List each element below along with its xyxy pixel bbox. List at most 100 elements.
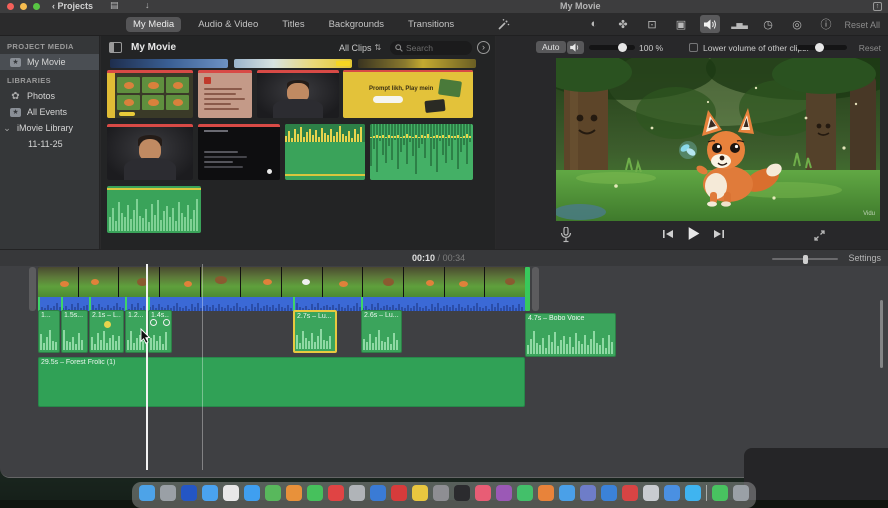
timeline-zoom-slider[interactable] xyxy=(772,258,838,260)
clip-trim-handle-right[interactable] xyxy=(532,267,539,311)
speed-icon[interactable]: ◷ xyxy=(758,15,778,33)
dock-app-icon[interactable] xyxy=(433,485,449,501)
dock-app-icon[interactable] xyxy=(622,485,638,501)
dock-app-icon[interactable] xyxy=(559,485,575,501)
minimize-window-button[interactable] xyxy=(20,3,27,10)
timeline-audio-clip[interactable]: 1... xyxy=(38,310,60,353)
sidebar-item-my-movie[interactable]: ★ My Movie xyxy=(0,54,99,70)
lower-volume-checkbox[interactable] xyxy=(689,43,698,52)
dock-app-icon[interactable] xyxy=(496,485,512,501)
dock-app-icon[interactable] xyxy=(307,485,323,501)
play-icon[interactable] xyxy=(686,226,701,241)
fade-handle[interactable] xyxy=(150,319,157,326)
dock-app-icon[interactable] xyxy=(265,485,281,501)
sidebar-item-event-date[interactable]: 11-11-25 xyxy=(0,136,99,152)
dock-app-icon[interactable] xyxy=(139,485,155,501)
timeline-settings-button[interactable]: Settings xyxy=(848,253,881,263)
voiceover-mic-icon[interactable] xyxy=(560,227,572,243)
sidebar-toggle-icon[interactable] xyxy=(109,42,122,53)
video-audio-waveform-bar[interactable] xyxy=(38,297,525,311)
video-clip-filmstrip[interactable] xyxy=(38,267,525,297)
media-thumb-notes-doc[interactable] xyxy=(198,70,252,118)
dock-app-icon[interactable] xyxy=(733,485,749,501)
preview-viewer[interactable]: Vidu xyxy=(556,58,880,221)
playhead[interactable] xyxy=(146,264,148,470)
color-balance-icon[interactable]: ◐ xyxy=(584,15,604,33)
dock-app-icon[interactable] xyxy=(223,485,239,501)
dock-app-icon[interactable] xyxy=(202,485,218,501)
continuous-playback-icon[interactable]: › xyxy=(477,41,490,54)
clip-end-handle[interactable] xyxy=(525,267,530,311)
search-input[interactable] xyxy=(406,43,464,53)
media-thumb-design[interactable]: Prompt likh, Play mein xyxy=(343,70,473,118)
dock-app-icon[interactable] xyxy=(538,485,554,501)
sidebar-item-photos[interactable]: ✿ Photos xyxy=(0,88,99,104)
dock-app-icon[interactable] xyxy=(475,485,491,501)
clip-strip[interactable] xyxy=(110,59,228,68)
clip-filter-icon[interactable]: ◎ xyxy=(787,15,807,33)
volume-slider[interactable] xyxy=(589,45,635,50)
previous-frame-icon[interactable] xyxy=(662,228,674,240)
dock-app-icon[interactable] xyxy=(580,485,596,501)
tab-backgrounds[interactable]: Backgrounds xyxy=(322,17,391,32)
tab-titles[interactable]: Titles xyxy=(275,17,311,32)
dock-app-icon[interactable] xyxy=(664,485,680,501)
fullscreen-icon[interactable] xyxy=(813,229,826,242)
color-correction-icon[interactable]: ✤ xyxy=(613,15,633,33)
chevron-down-icon[interactable]: ⌄ xyxy=(3,123,11,134)
media-thumb-talking-head[interactable] xyxy=(257,70,339,118)
dock-app-icon[interactable] xyxy=(517,485,533,501)
dock-app-icon[interactable] xyxy=(391,485,407,501)
macos-dock[interactable] xyxy=(132,482,756,508)
timeline-audio-clip[interactable]: 2.6s – Lu... xyxy=(361,310,402,353)
dock-app-icon[interactable] xyxy=(454,485,470,501)
sidebar-item-all-events[interactable]: ★ All Events xyxy=(0,104,99,120)
download-arrow-icon[interactable]: ↓ xyxy=(145,0,150,10)
timeline-audio-clip[interactable]: 1.5s... xyxy=(61,310,88,353)
enhance-wand-icon[interactable] xyxy=(496,18,510,32)
zoom-window-button[interactable] xyxy=(33,3,40,10)
dock-app-icon[interactable] xyxy=(370,485,386,501)
clip-strip[interactable] xyxy=(358,59,476,68)
media-thumb-terminal[interactable] xyxy=(198,124,280,180)
timeline-audio-clip[interactable]: 4.7s – Bobo Voice xyxy=(525,313,616,357)
volume-reset-button[interactable]: Reset xyxy=(859,43,881,53)
clip-trim-handle-left[interactable] xyxy=(29,267,36,311)
dock-app-icon[interactable] xyxy=(244,485,260,501)
dock-app-icon[interactable] xyxy=(412,485,428,501)
projects-back-button[interactable]: ‹ Projects xyxy=(52,1,93,11)
media-thumb-audio-green[interactable] xyxy=(107,186,201,233)
tab-transitions[interactable]: Transitions xyxy=(401,17,461,32)
sidebar-item-imovie-library[interactable]: ⌄ iMovie Library xyxy=(0,120,99,136)
dock-app-icon[interactable] xyxy=(712,485,728,501)
crop-icon[interactable]: ⊡ xyxy=(642,15,662,33)
dock-app-icon[interactable] xyxy=(328,485,344,501)
media-thumb-screen-grid[interactable] xyxy=(107,70,193,118)
media-thumb-audio-spikes[interactable] xyxy=(370,124,473,180)
dock-app-icon[interactable] xyxy=(685,485,701,501)
fade-handle[interactable] xyxy=(163,319,170,326)
timeline-scrollbar[interactable] xyxy=(880,300,883,368)
info-icon[interactable]: ⓘ xyxy=(816,15,836,33)
volume-icon[interactable] xyxy=(700,15,720,33)
close-window-button[interactable] xyxy=(7,3,14,10)
timeline-audio-clip[interactable]: 1.4s... xyxy=(148,310,172,353)
clip-strip[interactable] xyxy=(234,59,352,68)
lower-volume-slider[interactable] xyxy=(797,45,847,50)
music-clip[interactable]: 29.5s – Forest Frolic (1) xyxy=(38,357,525,407)
clips-filter-dropdown[interactable]: All Clips ⇅ xyxy=(339,43,381,53)
dock-app-icon[interactable] xyxy=(181,485,197,501)
timeline[interactable]: 1...1.5s...2.1s – L...1.2...1.4s...2.7s … xyxy=(0,266,888,478)
dock-app-icon[interactable] xyxy=(349,485,365,501)
noise-equalizer-icon[interactable]: ▂▅▃ xyxy=(729,15,749,33)
dock-app-icon[interactable] xyxy=(160,485,176,501)
speaker-icon[interactable] xyxy=(567,41,584,54)
timeline-audio-clip[interactable]: 2.7s – Lu... xyxy=(293,310,337,353)
dock-app-icon[interactable] xyxy=(286,485,302,501)
tab-my-media[interactable]: My Media xyxy=(126,17,181,32)
auto-volume-button[interactable]: Auto xyxy=(536,41,566,53)
dock-app-icon[interactable] xyxy=(601,485,617,501)
import-media-icon[interactable]: ▤ xyxy=(110,0,119,11)
timeline-audio-clip[interactable]: 2.1s – L... xyxy=(89,310,124,353)
media-thumb-audio-yellow[interactable] xyxy=(285,124,365,180)
